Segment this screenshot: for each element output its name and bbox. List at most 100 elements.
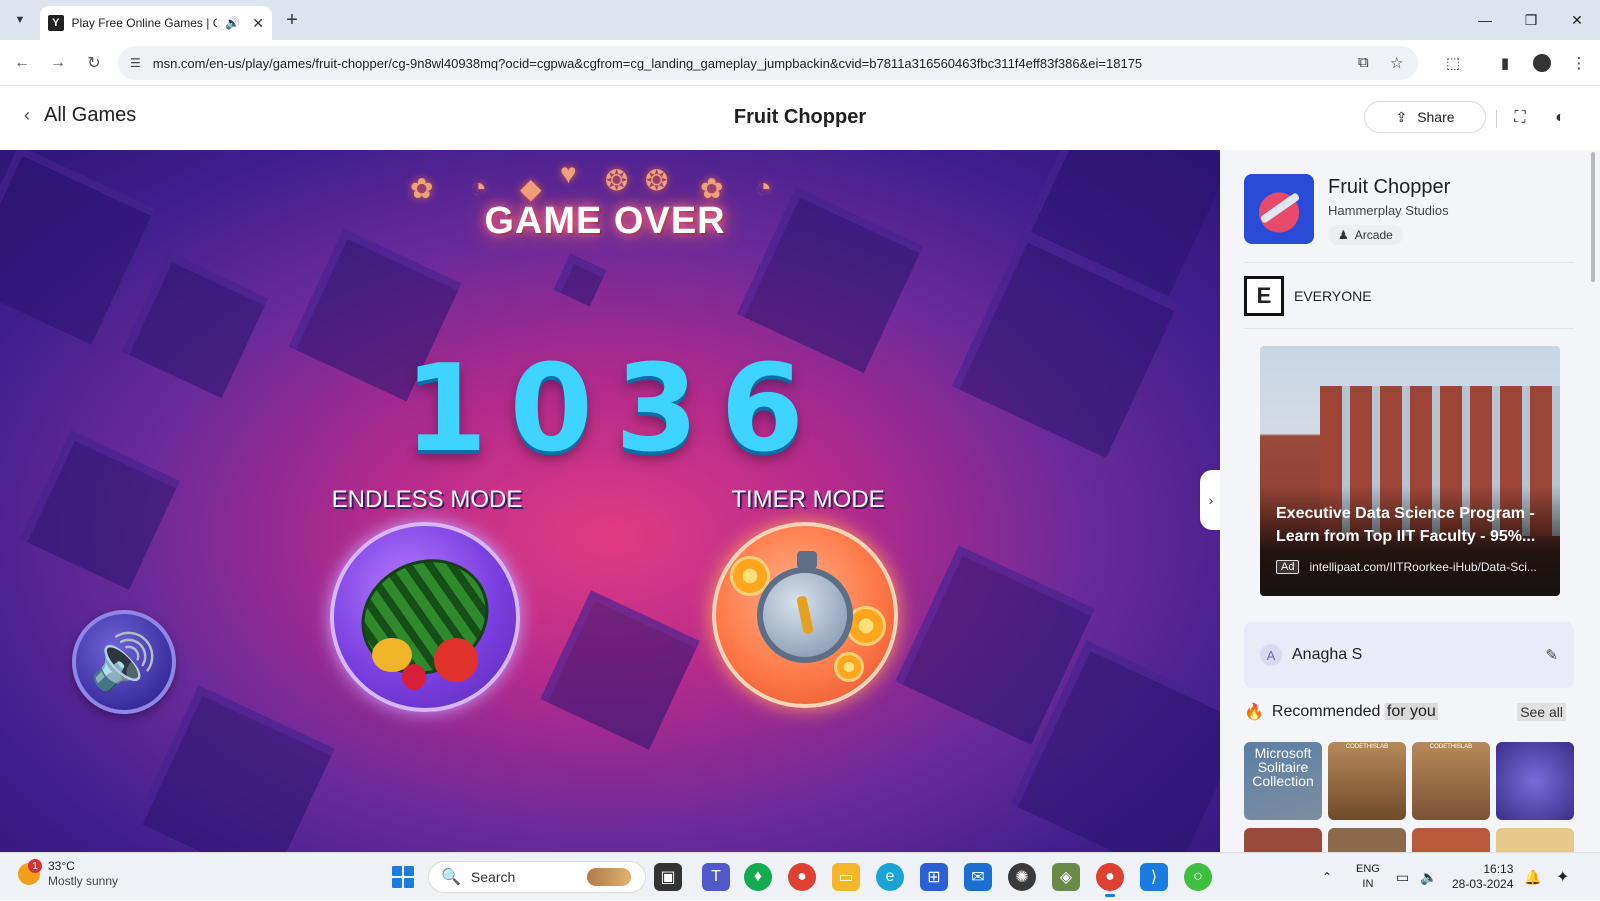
reload-icon[interactable]: ↻ [82, 51, 106, 75]
game-studio: Hammerplay Studios [1328, 203, 1449, 218]
side-panel-collapse-button[interactable]: › [1200, 470, 1222, 530]
chrome-active-icon[interactable]: ● [1096, 863, 1124, 897]
browser-tab-active[interactable]: Y Play Free Online Games | G 🔊 ✕ [40, 6, 272, 40]
tab-close-icon[interactable]: ✕ [252, 15, 264, 32]
orange-slice-icon: ❂ [605, 165, 629, 196]
microsoft-store-icon[interactable]: ⊞ [920, 863, 948, 891]
edge-icon[interactable]: e [876, 863, 904, 891]
advertisement-card[interactable]: Executive Data Science Program - Learn f… [1260, 346, 1560, 596]
recommended-game-tile[interactable] [1496, 828, 1574, 852]
background-cube [553, 253, 607, 307]
share-icon: ⇪ [1395, 108, 1408, 125]
chrome-icon[interactable]: ● [788, 863, 816, 891]
recommended-game-tile[interactable]: CODETHISLAB [1412, 742, 1490, 820]
games-header: ‹ All Games Fruit Chopper ⇪ Share ⛶ ◐ [0, 86, 1600, 150]
task-view-icon[interactable]: ▣ [654, 863, 682, 891]
profile-avatar[interactable] [1531, 52, 1553, 74]
recommended-game-tile[interactable] [1244, 828, 1322, 852]
tab-audio-icon[interactable]: 🔊 [225, 16, 240, 30]
url-text: msn.com/en-us/play/games/fruit-chopper/c… [152, 55, 1143, 71]
address-bar[interactable]: ☰ msn.com/en-us/play/games/fruit-chopper… [118, 46, 1418, 80]
sun-icon: 1 [18, 859, 42, 885]
browser-tab-strip: ▼ Y Play Free Online Games | G 🔊 ✕ + — ❐… [0, 0, 1600, 40]
side-panel-icon[interactable]: ▮ [1494, 52, 1516, 74]
genre-label: Arcade [1354, 228, 1393, 242]
file-explorer-icon[interactable]: ▭ [832, 863, 860, 891]
temperature: 33°C [48, 859, 75, 873]
esrb-rating: E EVERYONE [1244, 276, 1372, 316]
vscode-icon[interactable]: ⟩ [1140, 863, 1168, 891]
tab-search-chevron-icon[interactable]: ▼ [8, 8, 32, 32]
msn-games-favicon: Y [48, 15, 64, 31]
avatar: A [1260, 644, 1282, 666]
all-games-link[interactable]: ‹ All Games [24, 104, 136, 127]
game-app-icon[interactable]: ◈ [1052, 863, 1080, 891]
stopwatch-icon [757, 551, 853, 663]
weather-widget[interactable]: 1 33°C Mostly sunny [18, 859, 118, 889]
mail-icon[interactable]: ✉ [964, 863, 992, 891]
rating-label: EVERYONE [1294, 288, 1372, 304]
recommended-game-tile[interactable] [1328, 828, 1406, 852]
background-cube [135, 685, 335, 852]
share-button[interactable]: ⇪ Share [1364, 101, 1486, 133]
new-tab-button[interactable]: + [280, 8, 304, 32]
game-info-panel: Fruit Chopper Hammerplay Studios ♟ Arcad… [1220, 150, 1588, 852]
recommended-title: Recommended for you [1271, 703, 1438, 720]
show-hidden-icons-chevron[interactable]: ⌃ [1322, 853, 1332, 901]
recommended-game-tile[interactable]: Microsoft Solitaire Collection [1244, 742, 1322, 820]
fullscreen-icon[interactable]: ⛶ [1510, 108, 1530, 128]
side-panel-scrollbar[interactable] [1588, 150, 1600, 852]
bookmark-star-icon[interactable]: ☆ [1390, 54, 1403, 72]
copilot-icon[interactable]: ✦ [1556, 853, 1569, 901]
windows-start-icon[interactable] [392, 866, 414, 888]
ad-badge: Ad [1276, 560, 1300, 574]
theme-toggle-icon[interactable]: ◐ [1550, 108, 1570, 128]
volume-icon[interactable]: 🔈 [1420, 853, 1437, 901]
language-indicator[interactable]: ENG IN [1356, 853, 1380, 901]
divider [1244, 262, 1574, 263]
open-in-app-icon[interactable]: ⧉ [1358, 54, 1369, 71]
browser-toolbar: ← → ↻ ☰ msn.com/en-us/play/games/fruit-c… [0, 40, 1600, 86]
chatgpt-icon[interactable]: ✺ [1008, 863, 1036, 891]
browser-menu-icon[interactable]: ⋮ [1568, 52, 1590, 74]
edit-pencil-icon[interactable]: ✎ [1545, 646, 1558, 664]
ad-title: Executive Data Science Program - Learn f… [1276, 505, 1536, 545]
speaker-icon: 🔊 [90, 631, 158, 692]
network-icon[interactable]: ▭ [1396, 853, 1409, 901]
taskbar-search[interactable]: 🔍 Search [428, 861, 646, 893]
genre-tag[interactable]: ♟ Arcade [1328, 225, 1403, 245]
orange-slice-icon [834, 652, 864, 682]
apple-icon [434, 638, 478, 682]
site-info-icon[interactable]: ☰ [130, 56, 141, 70]
window-close-button[interactable]: ✕ [1554, 0, 1600, 40]
timer-mode-button[interactable] [712, 522, 898, 708]
see-all-link[interactable]: See all [1517, 703, 1566, 721]
back-arrow-icon[interactable]: ← [10, 51, 34, 75]
sound-toggle-button[interactable]: 🔊 [72, 610, 176, 714]
mongodb-icon[interactable]: ♦ [744, 863, 772, 891]
search-highlight-image [587, 868, 631, 886]
header-divider [1496, 110, 1497, 128]
recommended-game-tile[interactable]: CODETHISLAB [1328, 742, 1406, 820]
endless-mode-button[interactable] [330, 522, 520, 712]
notification-badge: 1 [28, 859, 42, 873]
teams-icon[interactable]: T [702, 863, 730, 891]
extensions-icon[interactable]: ⬚ [1442, 52, 1464, 74]
notifications-bell-icon[interactable]: 🔔 [1524, 853, 1541, 901]
loading-app-icon[interactable]: ○ [1184, 863, 1212, 891]
timer-mode-label: TIMER MODE [731, 486, 885, 513]
genre-person-icon: ♟ [1338, 228, 1349, 242]
recommended-game-tile[interactable] [1412, 828, 1490, 852]
recommended-game-tile[interactable] [1496, 742, 1574, 820]
game-canvas[interactable]: ✿ ◔ ◆ ♥ ❂ ❂ ✿ ◔ GAME OVER 1036 ENDLESS M… [0, 150, 1220, 852]
user-card[interactable]: A Anagha S ✎ [1244, 622, 1574, 688]
chevron-right-icon: › [1208, 492, 1214, 508]
background-cube [0, 150, 155, 345]
game-thumbnail [1244, 174, 1314, 244]
minimize-button[interactable]: — [1462, 0, 1508, 40]
maximize-button[interactable]: ❐ [1508, 0, 1554, 40]
page-title: Fruit Chopper [733, 106, 867, 128]
forward-arrow-icon[interactable]: → [46, 51, 70, 75]
background-cube [540, 590, 700, 750]
clock[interactable]: 16:13 28-03-2024 [1452, 853, 1513, 901]
